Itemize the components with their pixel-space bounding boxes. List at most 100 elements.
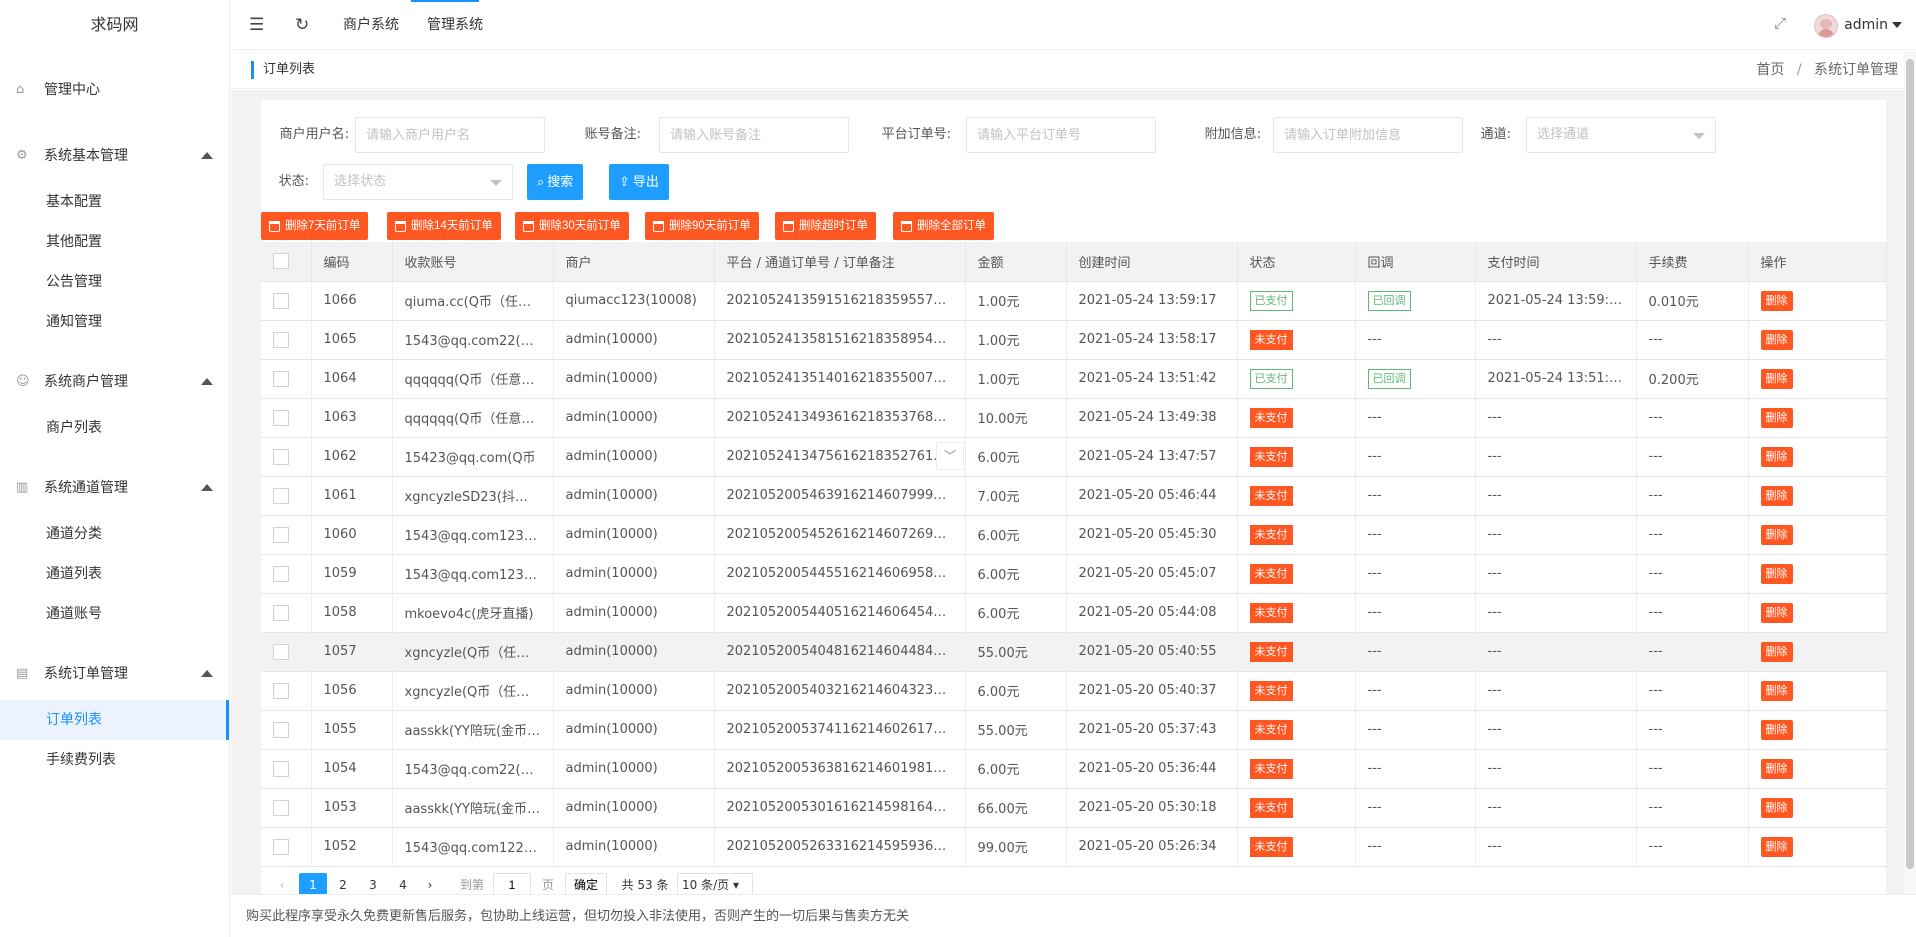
delete-row-button[interactable]: 删除: [1760, 368, 1793, 389]
cell-amount: 6.00元: [965, 515, 1067, 555]
status-badge: 未支付: [1249, 524, 1293, 545]
gear-icon: ⚙: [16, 148, 28, 163]
sidebar-group-merchant[interactable]: ☺ 系统商户管理: [0, 356, 229, 408]
sidebar-item-basic-config[interactable]: 基本配置: [0, 182, 229, 222]
row-checkbox[interactable]: [273, 604, 289, 621]
delete-90-days-button[interactable]: 删除90天前订单: [645, 212, 759, 240]
select-all-checkbox[interactable]: [273, 253, 289, 270]
cell-status: 未支付: [1237, 515, 1356, 555]
sidebar-item-home[interactable]: ⌂ 管理中心: [0, 64, 229, 116]
refresh-icon[interactable]: ↻: [295, 15, 309, 35]
status-badge: 未支付: [1249, 602, 1293, 623]
cell-paytime: ---: [1475, 476, 1637, 516]
delete-row-button[interactable]: 删除: [1760, 602, 1793, 623]
delete-row-button[interactable]: 删除: [1760, 797, 1793, 818]
tab-merchant-system[interactable]: 商户系统: [343, 0, 399, 50]
row-checkbox[interactable]: [273, 799, 289, 816]
table-header-row: 编码 收款账号 商户 平台 / 通道订单号 / 订单备注 金额 创建时间 状态 …: [261, 242, 1887, 282]
delete-14-days-button[interactable]: 删除14天前订单: [387, 212, 501, 240]
cell-order: 20210520053016162145981645...: [714, 788, 966, 828]
scrollbar-thumb[interactable]: [1906, 59, 1914, 869]
cell-paytime: ---: [1475, 398, 1637, 438]
chevron-down-icon[interactable]: ﹀: [936, 442, 964, 470]
row-checkbox[interactable]: [273, 331, 289, 348]
sidebar-group-basic[interactable]: ⚙ 系统基本管理: [0, 130, 229, 182]
menu-toggle-icon[interactable]: ☰: [249, 15, 264, 35]
cell-created: 2021-05-20 05:26:34: [1066, 827, 1238, 867]
cell-amount: 10.00元: [965, 398, 1067, 438]
avatar[interactable]: [1814, 14, 1838, 38]
cell-created: 2021-05-24 13:58:17: [1066, 320, 1238, 360]
row-checkbox[interactable]: [273, 565, 289, 582]
sidebar-item-channel-account[interactable]: 通道账号: [0, 594, 229, 634]
sidebar-group-channel[interactable]: ▥ 系统通道管理: [0, 462, 229, 514]
cell-merchant: admin(10000): [553, 827, 715, 867]
cell-merchant: admin(10000): [553, 671, 715, 711]
delete-row-button[interactable]: 删除: [1760, 329, 1793, 350]
cell-callback: ---: [1355, 632, 1476, 672]
cell-select: [261, 827, 312, 867]
breadcrumb-home[interactable]: 首页: [1756, 62, 1784, 78]
fullscreen-icon[interactable]: ⤢: [1774, 14, 1786, 32]
chevron-down-icon: [490, 180, 502, 186]
cell-created: 2021-05-20 05:44:08: [1066, 593, 1238, 633]
sidebar-item-other-config[interactable]: 其他配置: [0, 222, 229, 262]
row-checkbox[interactable]: [273, 409, 289, 426]
row-checkbox[interactable]: [273, 838, 289, 855]
row-checkbox[interactable]: [273, 370, 289, 387]
delete-all-button[interactable]: 删除全部订单: [893, 212, 994, 240]
cell-select: [261, 788, 312, 828]
row-checkbox[interactable]: [273, 721, 289, 738]
delete-row-button[interactable]: 删除: [1760, 758, 1793, 779]
row-checkbox[interactable]: [273, 643, 289, 660]
delete-row-button[interactable]: 删除: [1760, 407, 1793, 428]
user-menu[interactable]: admin: [1844, 0, 1902, 50]
delete-row-button[interactable]: 删除: [1760, 290, 1793, 311]
cell-created: 2021-05-20 05:45:07: [1066, 554, 1238, 594]
sidebar-item-announcements[interactable]: 公告管理: [0, 262, 229, 302]
sidebar-item-order-list[interactable]: 订单列表: [0, 700, 229, 740]
cell-amount: 6.00元: [965, 593, 1067, 633]
row-checkbox[interactable]: [273, 292, 289, 309]
platform-order-input[interactable]: [966, 117, 1156, 153]
row-checkbox[interactable]: [273, 487, 289, 504]
row-checkbox[interactable]: [273, 760, 289, 777]
delete-row-button[interactable]: 删除: [1760, 680, 1793, 701]
page-scrollbar[interactable]: [1904, 51, 1916, 894]
delete-row-button[interactable]: 删除: [1760, 641, 1793, 662]
search-button[interactable]: ⌕ 搜索: [527, 164, 584, 200]
sidebar-item-fee-list[interactable]: 手续费列表: [0, 740, 229, 780]
delete-row-button[interactable]: 删除: [1760, 485, 1793, 506]
status-badge: 未支付: [1249, 836, 1293, 857]
cell-id: 1054: [311, 749, 393, 789]
sidebar-item-channel-list[interactable]: 通道列表: [0, 554, 229, 594]
delete-row-button[interactable]: 删除: [1760, 719, 1793, 740]
select-all-cell: [261, 242, 312, 282]
delete-timeout-button[interactable]: 删除超时订单: [775, 212, 876, 240]
cell-action: 删除: [1748, 749, 1887, 789]
delete-row-button[interactable]: 删除: [1760, 446, 1793, 467]
cell-paytime: ---: [1475, 632, 1637, 672]
tab-admin-system[interactable]: 管理系统: [427, 0, 483, 50]
delete-30-days-button[interactable]: 删除30天前订单: [515, 212, 629, 240]
cell-paytime: 2021-05-24 13:59:38: [1475, 281, 1637, 321]
delete-row-button[interactable]: 删除: [1760, 563, 1793, 584]
sidebar-group-order[interactable]: ▤ 系统订单管理: [0, 648, 229, 700]
row-checkbox[interactable]: [273, 526, 289, 543]
row-checkbox[interactable]: [273, 448, 289, 465]
status-select[interactable]: 选择状态: [323, 164, 513, 200]
cell-fee: ---: [1636, 320, 1749, 360]
export-button[interactable]: ⇪ 导出: [609, 164, 669, 200]
row-checkbox[interactable]: [273, 682, 289, 699]
account-remark-input[interactable]: [659, 117, 849, 153]
sidebar-item-channel-category[interactable]: 通道分类: [0, 514, 229, 554]
channel-select[interactable]: 选择通道: [1526, 117, 1716, 153]
delete-7-days-button[interactable]: 删除7天前订单: [261, 212, 369, 240]
home-icon: ⌂: [16, 82, 25, 97]
merchant-user-input[interactable]: [355, 117, 545, 153]
sidebar-item-merchant-list[interactable]: 商户列表: [0, 408, 229, 448]
delete-row-button[interactable]: 删除: [1760, 524, 1793, 545]
delete-row-button[interactable]: 删除: [1760, 836, 1793, 857]
extra-info-input[interactable]: [1273, 117, 1463, 153]
sidebar-item-notifications[interactable]: 通知管理: [0, 302, 229, 342]
